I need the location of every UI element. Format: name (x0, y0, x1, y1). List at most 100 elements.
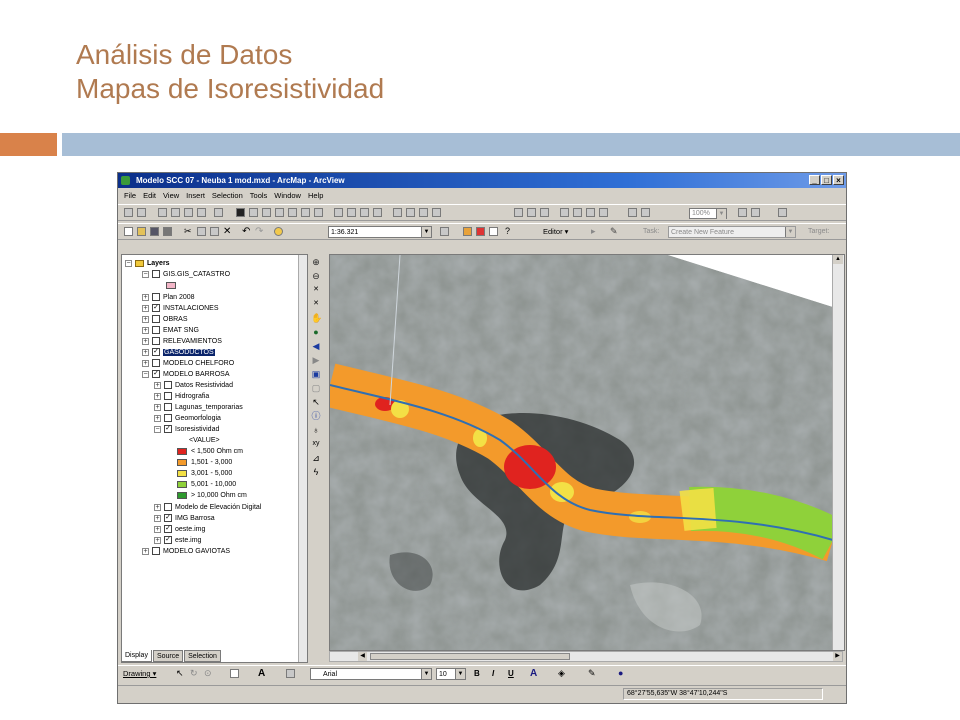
toc-root-layers[interactable]: − Layers (125, 258, 170, 269)
margins-icon[interactable] (599, 208, 608, 217)
fixed-zoom-out-icon[interactable]: ✕ (311, 299, 321, 309)
drawing-menu-button[interactable]: Drawing ▾ (123, 668, 156, 680)
toc-item-chelforo[interactable]: + MODELO CHELFORO (142, 358, 234, 369)
toc-item-este[interactable]: + ✓ este.img (154, 535, 201, 546)
layer-checkbox[interactable]: ✓ (152, 304, 160, 313)
add-data-icon[interactable] (274, 227, 283, 236)
expand-icon[interactable]: + (142, 315, 149, 323)
rotate-left-icon[interactable] (393, 208, 402, 217)
cut-icon[interactable]: ✂ (184, 227, 193, 236)
bold-button[interactable]: B (474, 669, 480, 679)
layer-checkbox[interactable]: ✓ (152, 348, 160, 357)
zoom-out-icon[interactable]: ⊖ (311, 271, 321, 281)
layer-checkbox[interactable] (164, 414, 172, 423)
back-icon[interactable]: ◀ (311, 341, 321, 351)
layer-checkbox[interactable] (164, 392, 172, 401)
toc-item-gasoductos[interactable]: + ✓ GASODUCTOS (142, 347, 215, 358)
make-same-size-icon[interactable] (360, 208, 369, 217)
expand-icon[interactable]: + (154, 536, 161, 544)
new-document-icon[interactable] (124, 227, 133, 236)
toc-item-geomorfologia[interactable]: + Geomorfologia (154, 413, 221, 424)
layer-checkbox[interactable] (164, 403, 172, 412)
scroll-right-icon[interactable]: ▶ (833, 652, 842, 661)
font-select[interactable]: Arial ▼ (310, 668, 432, 680)
layout-zoom-100-icon[interactable] (184, 208, 193, 217)
collapse-icon[interactable]: − (142, 270, 149, 278)
scroll-thumb[interactable] (370, 653, 570, 660)
toc-item-catastro[interactable]: − GIS.GIS_CATASTRO (142, 269, 230, 280)
align-middle-icon[interactable] (314, 208, 323, 217)
toc-item-emat[interactable]: + EMAT SNG (142, 325, 199, 336)
align-right-icon[interactable] (288, 208, 297, 217)
ruler-icon[interactable] (586, 208, 595, 217)
toc-item-oeste[interactable]: + ✓ oeste.img (154, 524, 205, 535)
toc-item-plan2008[interactable]: + Plan 2008 (142, 292, 195, 303)
distribute-vertical-icon[interactable] (347, 208, 356, 217)
expand-icon[interactable]: + (142, 348, 149, 356)
editor-menu-button[interactable]: Editor ▾ (543, 226, 568, 238)
editor-toolbar-icon[interactable] (440, 227, 449, 236)
layer-checkbox[interactable] (152, 359, 160, 368)
toc-item-img-barrosa[interactable]: + ✓ IMG Barrosa (154, 513, 215, 524)
map-scale-select[interactable]: 1:36.321 ▼ (328, 226, 432, 238)
scroll-up-icon[interactable]: ▲ (833, 255, 843, 264)
refresh-icon[interactable] (540, 208, 549, 217)
toc-item-hidrografia[interactable]: + Hidrografia (154, 391, 209, 402)
layer-checkbox[interactable] (152, 270, 160, 279)
layout-forward-icon[interactable] (214, 208, 223, 217)
expand-icon[interactable]: + (154, 514, 161, 522)
forward-icon[interactable]: ▶ (311, 355, 321, 365)
print-icon[interactable] (163, 227, 172, 236)
layer-checkbox[interactable] (152, 293, 160, 302)
expand-icon[interactable]: + (142, 359, 149, 367)
distribute-horizontal-icon[interactable] (334, 208, 343, 217)
maximize-button[interactable]: □ (821, 175, 832, 185)
toc-scrollbar[interactable] (298, 255, 307, 662)
zoom-in-icon[interactable]: ⊕ (311, 257, 321, 267)
map-vertical-scrollbar[interactable]: ▲ (832, 255, 844, 650)
arcmap-catalog-icon[interactable] (778, 208, 787, 217)
menu-help[interactable]: Help (308, 189, 323, 203)
focus-data-frame-icon[interactable] (236, 208, 245, 217)
font-size-select[interactable]: 10 ▼ (436, 668, 466, 680)
expand-icon[interactable]: + (154, 392, 161, 400)
menu-window[interactable]: Window (274, 189, 301, 203)
layout-pan-icon[interactable] (158, 208, 167, 217)
italic-button[interactable]: I (492, 669, 494, 679)
collapse-icon[interactable]: − (154, 425, 161, 433)
expand-icon[interactable]: + (154, 503, 161, 511)
map-horizontal-scrollbar[interactable]: ◀ ▶ (329, 651, 843, 662)
undo-icon[interactable]: ↶ (242, 227, 251, 237)
font-color-icon[interactable]: A (530, 669, 539, 679)
layout-zoom-in-icon[interactable] (124, 208, 133, 217)
toc-item-mde[interactable]: + Modelo de Elevación Digital (154, 502, 261, 513)
text-icon[interactable]: A (258, 669, 267, 679)
rotate-icon[interactable]: ↻ (190, 669, 199, 678)
select-elements-icon[interactable]: ↖ (311, 397, 321, 407)
zoom-icon[interactable]: ⊙ (204, 669, 213, 678)
tab-selection[interactable]: Selection (184, 650, 221, 662)
flip-horizontal-icon[interactable] (419, 208, 428, 217)
toc-item-relevamientos[interactable]: + RELEVAMIENTOS (142, 336, 222, 347)
toc-item-datos-resistividad[interactable]: + Datos Resistividad (154, 380, 233, 391)
arctoolbox-icon[interactable] (463, 227, 472, 236)
expand-icon[interactable]: + (142, 304, 149, 312)
edit-tool-icon[interactable]: ▸ (591, 227, 600, 236)
edit-vertices-icon[interactable] (286, 669, 295, 678)
tab-display[interactable]: Display (121, 650, 152, 662)
align-top-icon[interactable] (301, 208, 310, 217)
flip-vertical-icon[interactable] (432, 208, 441, 217)
marker-color-icon[interactable]: ● (618, 669, 627, 678)
change-layout-icon[interactable] (249, 208, 258, 217)
align-center-icon[interactable] (275, 208, 284, 217)
layout-whole-page-icon[interactable] (171, 208, 180, 217)
select-features-icon[interactable]: ▣ (311, 369, 321, 379)
task-select[interactable]: Create New Feature ▼ (668, 226, 796, 238)
menu-tools[interactable]: Tools (250, 189, 268, 203)
expand-icon[interactable]: + (142, 337, 149, 345)
page-next-icon[interactable] (641, 208, 650, 217)
identify-icon[interactable]: ⓘ (311, 411, 321, 421)
paste-icon[interactable] (210, 227, 219, 236)
go-to-xy-icon[interactable]: xy (311, 439, 321, 449)
zoom-to-selected-icon[interactable] (527, 208, 536, 217)
